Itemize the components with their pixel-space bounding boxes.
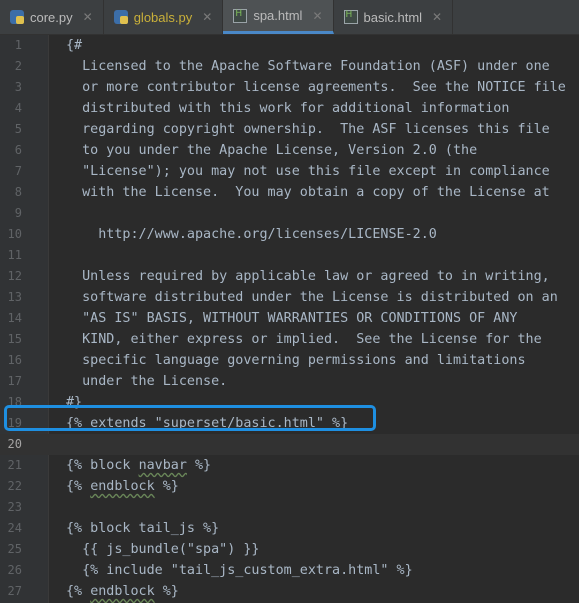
code-text: "AS IS" BASIS, WITHOUT WARRANTIES OR CON… (66, 311, 518, 326)
code-line[interactable]: 27 {% endblock %} (0, 581, 579, 602)
line-number: 14 (7, 311, 22, 325)
code-line[interactable]: 22 {% endblock %} (0, 476, 579, 497)
line-number: 12 (7, 269, 22, 283)
tab-basic-html[interactable]: basic.html ✕ (334, 0, 454, 34)
code-line[interactable]: 6 to you under the Apache License, Versi… (0, 140, 579, 161)
code-text: {% include "tail_js_custom_extra.html" %… (66, 563, 413, 578)
line-number: 23 (7, 500, 22, 514)
tab-spa-html[interactable]: spa.html ✕ (223, 0, 334, 34)
line-number: 13 (7, 290, 22, 304)
code-line[interactable]: 7 "License"); you may not use this file … (0, 161, 579, 182)
code-text: Unless required by applicable law or agr… (66, 269, 550, 284)
code-line[interactable]: 4 distributed with this work for additio… (0, 98, 579, 119)
code-line[interactable]: 12 Unless required by applicable law or … (0, 266, 579, 287)
code-text: Licensed to the Apache Software Foundati… (66, 59, 550, 74)
close-icon[interactable]: ✕ (202, 10, 212, 24)
code-text: KIND, either express or implied. See the… (66, 332, 542, 347)
code-line[interactable]: 16 specific language governing permissio… (0, 350, 579, 371)
code-text: {{ js_bundle("spa") }} (66, 542, 260, 557)
code-line[interactable]: 15 KIND, either express or implied. See … (0, 329, 579, 350)
editor-tab-bar: core.py ✕ globals.py ✕ spa.html ✕ basic.… (0, 0, 579, 35)
line-number: 3 (14, 80, 22, 94)
line-number: 10 (7, 227, 22, 241)
code-text: specific language governing permissions … (66, 353, 526, 368)
line-highlight-box (4, 405, 376, 431)
code-line[interactable]: 14 "AS IS" BASIS, WITHOUT WARRANTIES OR … (0, 308, 579, 329)
tab-label: core.py (30, 9, 73, 25)
html-file-icon (343, 10, 358, 24)
code-text: with the License. You may obtain a copy … (66, 185, 550, 200)
code-line[interactable]: 8 with the License. You may obtain a cop… (0, 182, 579, 203)
code-line[interactable]: 11 (0, 245, 579, 266)
tab-label: spa.html (253, 8, 303, 23)
code-text: {# (66, 38, 83, 53)
code-line[interactable]: 9 (0, 203, 579, 224)
line-number: 1 (14, 38, 22, 52)
line-number: 8 (14, 185, 22, 199)
code-text: regarding copyright ownership. The ASF l… (66, 122, 550, 137)
line-number: 4 (14, 101, 22, 115)
code-text: http://www.apache.org/licenses/LICENSE-2… (66, 227, 437, 242)
line-number: 20 (7, 437, 22, 451)
line-number: 7 (14, 164, 22, 178)
code-line[interactable]: 21 {% block navbar %} (0, 455, 579, 476)
code-text: {% endblock %} (66, 584, 179, 599)
code-text: to you under the Apache License, Version… (66, 143, 478, 158)
tab-globals-py[interactable]: globals.py ✕ (104, 0, 224, 34)
code-text: software distributed under the License i… (66, 290, 558, 305)
line-number: 24 (7, 521, 22, 535)
tab-label: basic.html (363, 9, 423, 25)
line-number: 6 (14, 143, 22, 157)
line-number: 2 (14, 59, 22, 73)
code-line[interactable]: 10 http://www.apache.org/licenses/LICENS… (0, 224, 579, 245)
tab-label: globals.py (133, 9, 193, 25)
line-number: 25 (7, 542, 22, 556)
code-line[interactable]: 20 (0, 434, 579, 455)
code-line[interactable]: 2 Licensed to the Apache Software Founda… (0, 56, 579, 77)
line-number: 15 (7, 332, 22, 346)
code-line[interactable]: 24 {% block tail_js %} (0, 518, 579, 539)
code-text: "License"); you may not use this file ex… (66, 164, 550, 179)
code-line[interactable]: 1 {# (0, 35, 579, 56)
code-line[interactable]: 17 under the License. (0, 371, 579, 392)
line-number: 22 (7, 479, 22, 493)
code-line[interactable]: 25 {{ js_bundle("spa") }} (0, 539, 579, 560)
code-text: {% block navbar %} (66, 458, 212, 473)
line-number: 16 (7, 353, 22, 367)
line-number: 21 (7, 458, 22, 472)
code-text: distributed with this work for additiona… (66, 101, 510, 116)
python-file-icon (10, 10, 24, 24)
line-number: 11 (7, 248, 22, 262)
line-number: 9 (14, 206, 22, 220)
code-text: under the License. (66, 374, 228, 389)
code-line[interactable]: 3 or more contributor license agreements… (0, 77, 579, 98)
code-text: {% endblock %} (66, 479, 179, 494)
tab-core-py[interactable]: core.py ✕ (0, 0, 104, 34)
code-line[interactable]: 13 software distributed under the Licens… (0, 287, 579, 308)
code-line[interactable]: 5 regarding copyright ownership. The ASF… (0, 119, 579, 140)
close-icon[interactable]: ✕ (83, 10, 93, 24)
code-line[interactable]: 26 {% include "tail_js_custom_extra.html… (0, 560, 579, 581)
line-number: 26 (7, 563, 22, 577)
code-editor[interactable]: 1 {# 2 Licensed to the Apache Software Fou… (0, 35, 579, 603)
code-text: {% block tail_js %} (66, 521, 220, 536)
html-file-icon (233, 8, 248, 23)
line-number: 5 (14, 122, 22, 136)
python-file-icon (113, 10, 128, 24)
line-number: 27 (7, 584, 22, 598)
line-number: 17 (7, 374, 22, 388)
close-icon[interactable]: ✕ (312, 9, 322, 23)
code-text: or more contributor license agreements. … (66, 80, 566, 95)
close-icon[interactable]: ✕ (432, 10, 442, 24)
code-line[interactable]: 23 (0, 497, 579, 518)
